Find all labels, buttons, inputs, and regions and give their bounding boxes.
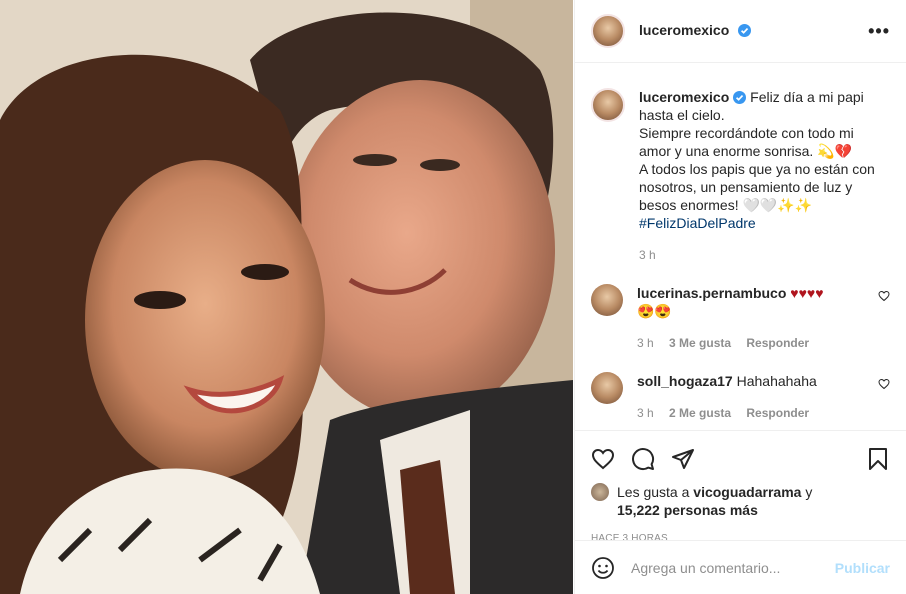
comment-bubble-icon[interactable] xyxy=(631,447,655,471)
post-actions: Les gusta a vicoguadarrama y 15,222 pers… xyxy=(575,430,906,544)
comment-meta: 3 h 2 Me gusta Responder xyxy=(637,404,870,422)
action-icons xyxy=(591,439,890,479)
comment-username[interactable]: lucerinas.pernambuco xyxy=(637,285,786,301)
caption: luceromexico Feliz día a mi papi hasta e… xyxy=(591,88,890,264)
comment-text: ♥♥♥♥ xyxy=(790,285,824,301)
likes-summary: Les gusta a vicoguadarrama y 15,222 pers… xyxy=(591,483,890,519)
share-paper-plane-icon[interactable] xyxy=(671,447,695,471)
caption-time[interactable]: 3 h xyxy=(639,248,656,262)
post-sidebar: luceromexico ••• luceromexico Feliz día … xyxy=(574,0,906,594)
comment-time[interactable]: 3 h xyxy=(637,336,654,350)
caption-body: luceromexico Feliz día a mi papi hasta e… xyxy=(639,88,890,264)
comment-likes[interactable]: 2 Me gusta xyxy=(669,406,731,420)
like-heart-icon[interactable] xyxy=(591,447,615,471)
author-name-wrap: luceromexico xyxy=(639,22,751,40)
likes-prefix: Les gusta a xyxy=(617,484,690,500)
author-username[interactable]: luceromexico xyxy=(639,22,729,38)
comment-item: soll_hogaza17 Hahahahaha 3 h 2 Me gusta … xyxy=(591,372,890,422)
author-avatar[interactable] xyxy=(591,14,625,48)
comment-item: lucerinas.pernambuco ♥♥♥♥ 😍😍 3 h 3 Me gu… xyxy=(591,284,890,352)
caption-line: amor y una enorme sonrisa. 💫💔 xyxy=(639,143,853,159)
caption-line: A todos los papis que ya no están con xyxy=(639,161,875,177)
caption-hashtag[interactable]: #FelizDiaDelPadre xyxy=(639,214,890,232)
comment-text-2: 😍😍 xyxy=(637,303,672,319)
more-options-icon[interactable]: ••• xyxy=(868,21,890,42)
add-comment-bar: Publicar xyxy=(575,540,906,594)
likes-suffix: y xyxy=(805,484,813,500)
caption-meta: 3 h xyxy=(639,246,890,264)
comment-like-heart-icon[interactable] xyxy=(878,378,890,390)
comment-username[interactable]: soll_hogaza17 xyxy=(637,373,733,389)
liker-avatar[interactable] xyxy=(591,483,609,501)
caption-line: nosotros, un pensamiento de luz y xyxy=(639,179,853,195)
comments-section: luceromexico Feliz día a mi papi hasta e… xyxy=(575,64,906,428)
likes-text: Les gusta a vicoguadarrama y 15,222 pers… xyxy=(617,483,812,519)
post-photo[interactable] xyxy=(0,0,573,594)
caption-line: Feliz día a mi papi xyxy=(750,89,864,105)
comment-likes[interactable]: 3 Me gusta xyxy=(669,336,731,350)
comment-text: Hahahahaha xyxy=(736,373,817,389)
likes-user[interactable]: vicoguadarrama xyxy=(693,484,801,500)
comment-meta: 3 h 3 Me gusta Responder xyxy=(637,334,870,352)
photo-illustration xyxy=(0,0,573,594)
comment-time[interactable]: 3 h xyxy=(637,406,654,420)
caption-username[interactable]: luceromexico xyxy=(639,89,729,105)
verified-badge-icon xyxy=(737,24,751,37)
caption-line: besos enormes! 🤍🤍✨✨ xyxy=(639,197,813,213)
emoji-icon[interactable] xyxy=(591,556,615,580)
post-header: luceromexico ••• xyxy=(575,0,906,63)
caption-line: hasta el cielo. xyxy=(639,107,725,123)
comment-reply-button[interactable]: Responder xyxy=(746,336,809,350)
likes-count[interactable]: 15,222 personas más xyxy=(617,502,758,518)
comment-like-heart-icon[interactable] xyxy=(878,290,890,302)
add-comment-input[interactable] xyxy=(629,558,835,577)
comment-reply-button[interactable]: Responder xyxy=(746,406,809,420)
caption-line: Siempre recordándote con todo mi xyxy=(639,125,854,141)
commenter-avatar[interactable] xyxy=(591,372,623,404)
comment-body: soll_hogaza17 Hahahahaha 3 h 2 Me gusta … xyxy=(637,372,870,422)
commenter-avatar[interactable] xyxy=(591,284,623,316)
verified-badge-icon xyxy=(733,91,747,104)
publish-button[interactable]: Publicar xyxy=(835,560,890,576)
comment-body: lucerinas.pernambuco ♥♥♥♥ 😍😍 3 h 3 Me gu… xyxy=(637,284,870,352)
caption-avatar[interactable] xyxy=(591,88,625,122)
save-bookmark-icon[interactable] xyxy=(866,447,890,471)
